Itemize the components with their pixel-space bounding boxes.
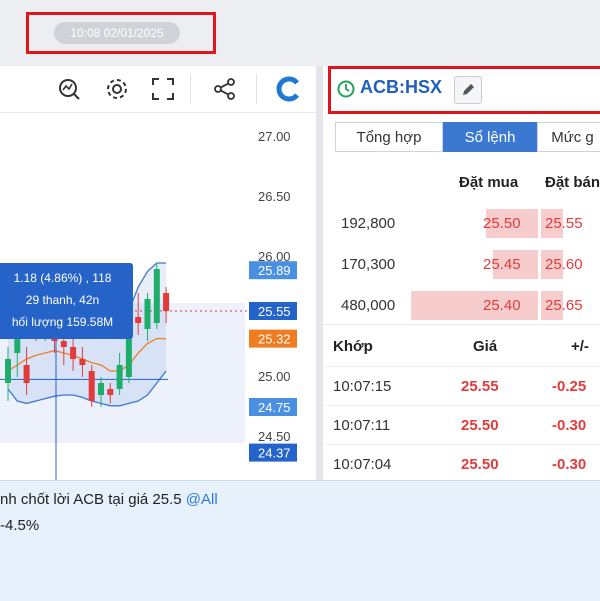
bid-volume: 192,800 (341, 215, 396, 232)
tooltip-line-volume: hối lượng 159.58M (11, 315, 114, 329)
bid-price[interactable]: 25.50 (483, 203, 521, 244)
ask-price[interactable]: 25.65 (545, 285, 583, 326)
candle-body (70, 347, 77, 359)
match-change: -0.25 (552, 378, 587, 395)
match-price: 25.55 (461, 378, 499, 395)
price-tick-label: 24.50 (258, 429, 291, 444)
price-badge-label: 25.89 (258, 263, 291, 278)
price-tick-label: 25.00 (258, 369, 291, 384)
price-tick-label: 27.00 (258, 129, 291, 144)
candle-body (153, 269, 160, 323)
chart-area[interactable]: 27.00 26.50 26.00 25.00 24.50 25.89 25.55 25.32… (0, 113, 316, 480)
indicator-icon[interactable] (56, 76, 82, 102)
mention-link[interactable]: @All (186, 491, 218, 508)
orderbook-row[interactable]: 192,800 25.50 25.55 (323, 203, 600, 244)
chart-toolbar (0, 66, 316, 113)
chat-message-text: nh chốt lời ACB tại giá 25.5 (0, 491, 186, 508)
match-row: 10:07:15 25.55 -0.25 (323, 366, 600, 406)
match-change-header: +/- (571, 338, 589, 355)
chat-message-line: -4.5% (0, 517, 40, 534)
match-price-header: Giá (473, 338, 498, 355)
tooltip-line-change: 1.18 (4.86%) , 118 (13, 271, 112, 285)
chart-tooltip: 1.18 (4.86%) , 118 29 thanh, 42n hối lượ… (0, 263, 133, 339)
gear-icon[interactable] (104, 76, 130, 102)
candle-body (116, 365, 123, 389)
orderbook-ask-header: Đặt bán (545, 174, 600, 191)
price-badge-label: 24.37 (258, 446, 291, 461)
datetime-badge: 10:08 02/01/2025 (54, 22, 180, 44)
match-price: 25.50 (461, 456, 499, 473)
match-time-header: Khớp (333, 338, 373, 355)
pane-separator[interactable] (316, 66, 323, 480)
order-panel: ACB:HSX Tổng hợp Sổ lệnh Mức g Đặt mua Đ… (323, 66, 600, 480)
bid-price[interactable]: 25.45 (483, 244, 521, 285)
bid-price[interactable]: 25.40 (483, 285, 521, 326)
ask-price[interactable]: 25.55 (545, 203, 583, 244)
match-row: 10:07:04 25.50 -0.30 (323, 444, 600, 484)
candle-body (107, 389, 114, 395)
candle-body (98, 383, 104, 395)
chat-area: nh chốt lời ACB tại giá 25.5 @All -4.5% (0, 480, 600, 601)
tab-price-levels[interactable]: Mức g (537, 122, 600, 152)
chat-message-line: nh chốt lời ACB tại giá 25.5 @All (0, 491, 218, 508)
highlight-box-symbol (328, 66, 600, 114)
bid-volume: 480,000 (341, 297, 396, 314)
match-price: 25.50 (461, 417, 499, 434)
match-time: 10:07:15 (333, 378, 392, 395)
top-bar: 10:08 02/01/2025 (0, 0, 600, 60)
price-badge-label: 25.32 (258, 332, 291, 347)
tab-orderbook[interactable]: Sổ lệnh (443, 122, 537, 152)
candle-body (60, 341, 67, 347)
tooltip-line-ticks: 29 thanh, 42n (25, 293, 100, 307)
match-change: -0.30 (552, 417, 587, 434)
candle-body (23, 365, 30, 383)
brand-logo-icon[interactable] (276, 76, 302, 102)
chart-pane: 27.00 26.50 26.00 25.00 24.50 25.89 25.55 25.32… (0, 66, 316, 480)
panel-tabs: Tổng hợp Sổ lệnh Mức g (335, 122, 600, 152)
orderbook-row[interactable]: 170,300 25.45 25.60 (323, 244, 600, 285)
candle-body (5, 359, 11, 383)
share-icon[interactable] (212, 76, 238, 102)
toolbar-divider (256, 74, 257, 104)
section-divider (323, 324, 600, 325)
ask-price[interactable]: 25.60 (545, 244, 583, 285)
match-time: 10:07:04 (333, 456, 392, 473)
match-change: -0.30 (552, 456, 587, 473)
candle-body (144, 299, 151, 329)
orderbook-bid-header: Đặt mua (459, 174, 519, 191)
bid-volume: 170,300 (341, 256, 396, 273)
price-badge-label: 24.75 (258, 400, 291, 415)
candle-body (79, 359, 86, 365)
price-tick-label: 26.50 (258, 189, 291, 204)
candle-body (88, 371, 95, 401)
match-row: 10:07:11 25.50 -0.30 (323, 405, 600, 445)
fullscreen-icon[interactable] (150, 76, 176, 102)
tab-summary[interactable]: Tổng hợp (335, 122, 443, 152)
match-time: 10:07:11 (333, 417, 391, 434)
orderbook-row[interactable]: 480,000 25.40 25.65 (323, 285, 600, 326)
candle-body (163, 293, 170, 311)
candle-body (135, 317, 142, 323)
price-badge-label: 25.55 (258, 304, 291, 319)
toolbar-divider (190, 74, 191, 104)
